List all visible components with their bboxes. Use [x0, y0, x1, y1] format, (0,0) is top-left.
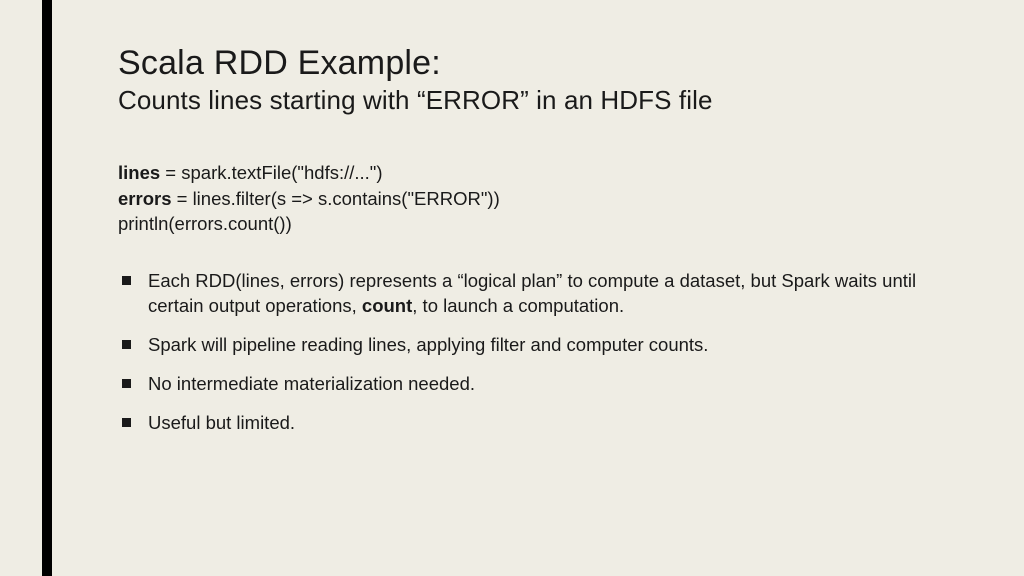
slide-content: Scala RDD Example: Counts lines starting…: [118, 44, 964, 449]
code-line-1: lines = spark.textFile("hdfs://..."): [118, 160, 964, 186]
list-item: Each RDD(lines, errors) represents a “lo…: [118, 269, 964, 319]
code-block: lines = spark.textFile("hdfs://...") err…: [118, 160, 964, 237]
accent-bar: [42, 0, 52, 576]
code-line-2: errors = lines.filter(s => s.contains("E…: [118, 186, 964, 212]
code-rest-2: = lines.filter(s => s.contains("ERROR")): [171, 188, 499, 209]
slide-title: Scala RDD Example:: [118, 44, 964, 83]
bullet-list: Each RDD(lines, errors) represents a “lo…: [118, 269, 964, 436]
bullet-text-post: , to launch a computation.: [412, 295, 624, 316]
code-rest-1: = spark.textFile("hdfs://..."): [160, 162, 382, 183]
slide-subtitle: Counts lines starting with “ERROR” in an…: [118, 85, 964, 116]
list-item: No intermediate materialization needed.: [118, 372, 964, 397]
list-item: Useful but limited.: [118, 411, 964, 436]
bullet-text-bold: count: [362, 295, 412, 316]
code-var-lines: lines: [118, 162, 160, 183]
code-line-3: println(errors.count()): [118, 211, 964, 237]
list-item: Spark will pipeline reading lines, apply…: [118, 333, 964, 358]
code-var-errors: errors: [118, 188, 171, 209]
